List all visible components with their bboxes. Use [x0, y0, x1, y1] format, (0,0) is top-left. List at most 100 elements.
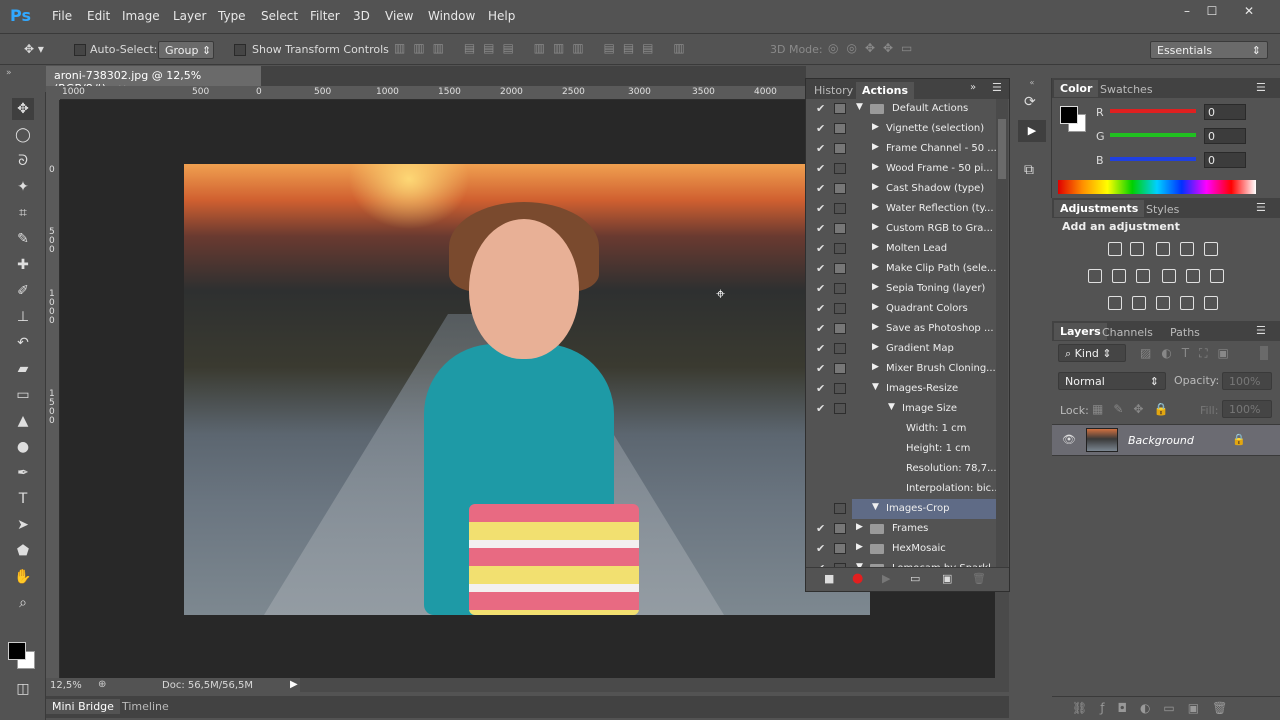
history-brush-icon[interactable]: ↶: [12, 332, 34, 354]
dialog-toggle[interactable]: [834, 103, 846, 114]
action-check-icon[interactable]: ✔: [816, 102, 825, 115]
action-row[interactable]: ✔ ▶ Frames: [806, 519, 996, 539]
actions-panel-icon[interactable]: ▶: [1018, 120, 1046, 142]
tab-color[interactable]: Color: [1054, 80, 1099, 97]
quick-select-icon[interactable]: ✦: [12, 176, 34, 198]
status-icon[interactable]: ⊕: [98, 679, 106, 690]
lasso-icon[interactable]: ᘐ: [12, 150, 34, 172]
menu-layer[interactable]: Layer: [173, 9, 206, 23]
action-check-icon[interactable]: ✔: [816, 402, 825, 415]
dialog-toggle[interactable]: [834, 143, 846, 154]
type-icon[interactable]: T: [12, 488, 34, 510]
menu-view[interactable]: View: [385, 9, 413, 23]
expand-triangle-icon[interactable]: ▼: [872, 382, 879, 392]
adjustments-menu-icon[interactable]: ☰: [1256, 201, 1266, 214]
gradient-map-icon[interactable]: [1180, 296, 1194, 310]
foreground-swatch[interactable]: [1060, 106, 1078, 124]
action-check-icon[interactable]: ✔: [816, 342, 825, 355]
color-spectrum[interactable]: [1058, 180, 1256, 194]
dialog-toggle[interactable]: [834, 343, 846, 354]
expand-triangle-icon[interactable]: ▶: [872, 302, 879, 312]
action-row[interactable]: Resolution: 78,7...: [806, 459, 996, 479]
menu-filter[interactable]: Filter: [310, 9, 340, 23]
channel-value[interactable]: 0: [1204, 104, 1246, 120]
layers-menu-icon[interactable]: ☰: [1256, 324, 1266, 337]
ellipse-marquee-icon[interactable]: ◯: [12, 124, 34, 146]
panel-collapse-icon[interactable]: »: [970, 82, 976, 93]
workspace-dropdown[interactable]: Essentials ⇕: [1150, 41, 1268, 59]
action-check-icon[interactable]: ✔: [816, 382, 825, 395]
action-check-icon[interactable]: ✔: [816, 142, 825, 155]
menu-help[interactable]: Help: [488, 9, 515, 23]
action-check-icon[interactable]: ✔: [816, 302, 825, 315]
action-check-icon[interactable]: ✔: [816, 362, 825, 375]
dialog-toggle[interactable]: [834, 323, 846, 334]
opacity-field[interactable]: 100%: [1222, 372, 1272, 390]
document-tab[interactable]: aroni-738302.jpg @ 12,5% (RGB/8#) ×: [46, 66, 261, 95]
align-icons[interactable]: ▥▥▥ ▤▤▤ ▥▥▥ ▤▤▤ ▥: [394, 41, 693, 55]
tab-mini-bridge[interactable]: Mini Bridge: [46, 699, 120, 714]
tab-paths[interactable]: Paths: [1164, 324, 1206, 341]
levels-icon[interactable]: [1130, 242, 1144, 256]
action-check-icon[interactable]: ✔: [816, 322, 825, 335]
exposure-icon[interactable]: [1180, 242, 1194, 256]
shape-icon[interactable]: ⬟: [12, 540, 34, 562]
action-row[interactable]: ✔ ▶ Gradient Map: [806, 339, 996, 359]
history-panel-icon[interactable]: ⟳: [1024, 94, 1036, 110]
close-button[interactable]: ✕: [1236, 3, 1262, 19]
expand-triangle-icon[interactable]: ▶: [872, 222, 879, 232]
threshold-icon[interactable]: [1156, 296, 1170, 310]
zoom-level[interactable]: 12,5%: [50, 680, 82, 691]
action-row[interactable]: ✔ ▶ Wood Frame - 50 pi...: [806, 159, 996, 179]
gradient-icon[interactable]: ▭: [12, 384, 34, 406]
action-check-icon[interactable]: ✔: [816, 522, 825, 535]
layer-filter-icons[interactable]: ▨◐T⛶▣: [1140, 346, 1239, 361]
tab-channels[interactable]: Channels: [1096, 324, 1159, 341]
menu-type[interactable]: Type: [218, 9, 246, 23]
action-check-icon[interactable]: ✔: [816, 282, 825, 295]
action-row[interactable]: ✔ ▶ Make Clip Path (sele...: [806, 259, 996, 279]
new-action-button[interactable]: ▣: [942, 572, 952, 585]
expand-triangle-icon[interactable]: ▶: [872, 262, 879, 272]
channel-mixer-icon[interactable]: [1186, 269, 1200, 283]
action-row[interactable]: ▼ Images-Crop: [834, 499, 996, 519]
action-check-icon[interactable]: ✔: [816, 182, 825, 195]
quick-mask-icon[interactable]: ◫: [12, 678, 34, 700]
expand-triangle-icon[interactable]: ▶: [872, 282, 879, 292]
crop-icon[interactable]: ⌗: [12, 202, 34, 224]
channel-slider[interactable]: [1110, 133, 1196, 137]
layer-row-background[interactable]: 👁 Background 🔒: [1052, 424, 1280, 456]
move-tool-icon[interactable]: ✥: [12, 98, 34, 120]
color-panel-menu-icon[interactable]: ☰: [1256, 81, 1266, 94]
path-select-icon[interactable]: ➤: [12, 514, 34, 536]
dialog-toggle[interactable]: [834, 523, 846, 534]
horizontal-scrollbar[interactable]: [300, 678, 1009, 692]
action-row[interactable]: Interpolation: bic...: [806, 479, 996, 499]
dialog-toggle[interactable]: [834, 123, 846, 134]
photo-filter-icon[interactable]: [1162, 269, 1176, 283]
dialog-toggle[interactable]: [834, 303, 846, 314]
channel-slider[interactable]: [1110, 109, 1196, 113]
status-menu-arrow-icon[interactable]: ▶: [290, 679, 298, 690]
dialog-toggle[interactable]: [834, 283, 846, 294]
expand-triangle-icon[interactable]: ▶: [872, 362, 879, 372]
move-tool-icon[interactable]: ✥ ▾: [24, 42, 44, 56]
record-button[interactable]: ●: [852, 571, 863, 586]
expand-triangle-icon[interactable]: ▶: [872, 342, 879, 352]
action-check-icon[interactable]: ✔: [816, 262, 825, 275]
action-row[interactable]: ✔ ▼ Default Actions: [806, 99, 996, 119]
dialog-toggle[interactable]: [834, 543, 846, 554]
menu-edit[interactable]: Edit: [87, 9, 110, 23]
tab-swatches[interactable]: Swatches: [1094, 81, 1159, 98]
expand-triangle-icon[interactable]: ▼: [888, 402, 895, 412]
pen-icon[interactable]: ✒: [12, 462, 34, 484]
expand-triangle-icon[interactable]: ▼: [856, 102, 863, 112]
menu-window[interactable]: Window: [428, 9, 475, 23]
dialog-toggle[interactable]: [834, 383, 846, 394]
panel-menu-icon[interactable]: ☰: [992, 81, 1002, 94]
action-check-icon[interactable]: ✔: [816, 242, 825, 255]
expand-triangle-icon[interactable]: ▶: [872, 142, 879, 152]
menu-select[interactable]: Select: [261, 9, 298, 23]
menu-image[interactable]: Image: [122, 9, 160, 23]
invert-icon[interactable]: [1108, 296, 1122, 310]
